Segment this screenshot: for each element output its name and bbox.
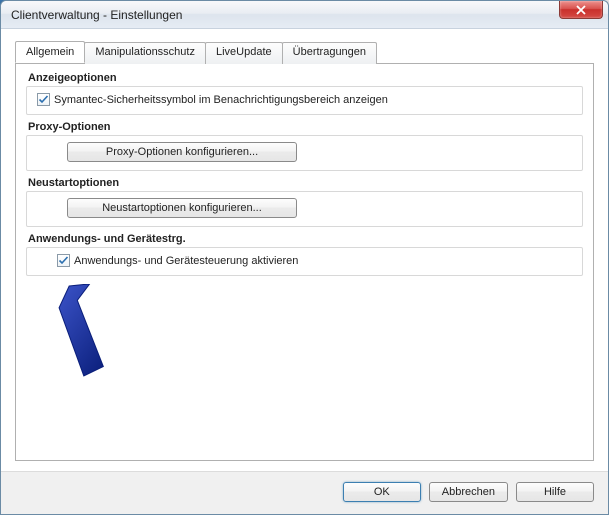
ok-button[interactable]: OK: [343, 482, 421, 502]
display-symbol-checkbox[interactable]: [37, 93, 50, 106]
tab-allgemein[interactable]: Allgemein: [15, 41, 85, 63]
group-appdev-title: Anwendungs- und Gerätestrg.: [26, 233, 583, 245]
group-appdev-body: Anwendungs- und Gerätesteuerung aktivier…: [26, 247, 583, 276]
dialog-footer: OK Abbrechen Hilfe: [1, 471, 608, 514]
tab-uebertragungen[interactable]: Übertragungen: [282, 42, 377, 64]
display-checkbox-row: Symantec-Sicherheitssymbol im Benachrich…: [37, 93, 574, 106]
cancel-button[interactable]: Abbrechen: [429, 482, 508, 502]
group-restart-body: Neustartoptionen konfigurieren...: [26, 191, 583, 227]
appdev-checkbox[interactable]: [57, 254, 70, 267]
content-area: Allgemein Manipulationsschutz LiveUpdate…: [1, 29, 608, 471]
group-display-title: Anzeigeoptionen: [26, 72, 583, 84]
settings-window: Clientverwaltung - Einstellungen Allgeme…: [0, 0, 609, 515]
tab-manipulationsschutz[interactable]: Manipulationsschutz: [84, 42, 206, 64]
close-button[interactable]: [559, 1, 603, 19]
tab-panel: Anzeigeoptionen Symantec-Sicherheitssymb…: [15, 64, 594, 461]
checkmark-icon: [38, 94, 49, 105]
group-display-body: Symantec-Sicherheitssymbol im Benachrich…: [26, 86, 583, 115]
group-appdev: Anwendungs- und Gerätestrg. Anwendungs- …: [26, 233, 583, 276]
tabstrip: Allgemein Manipulationsschutz LiveUpdate…: [15, 41, 594, 64]
configure-restart-button[interactable]: Neustartoptionen konfigurieren...: [67, 198, 297, 218]
appdev-label: Anwendungs- und Gerätesteuerung aktivier…: [74, 255, 298, 267]
group-display: Anzeigeoptionen Symantec-Sicherheitssymb…: [26, 72, 583, 115]
close-icon: [576, 5, 586, 15]
group-proxy-title: Proxy-Optionen: [26, 121, 583, 133]
checkmark-icon: [58, 255, 69, 266]
group-proxy-body: Proxy-Optionen konfigurieren...: [26, 135, 583, 171]
help-button[interactable]: Hilfe: [516, 482, 594, 502]
tab-liveupdate[interactable]: LiveUpdate: [205, 42, 283, 64]
window-title: Clientverwaltung - Einstellungen: [11, 8, 182, 22]
appdev-checkbox-row: Anwendungs- und Gerätesteuerung aktivier…: [37, 254, 574, 267]
titlebar[interactable]: Clientverwaltung - Einstellungen: [1, 1, 608, 29]
configure-proxy-button[interactable]: Proxy-Optionen konfigurieren...: [67, 142, 297, 162]
display-symbol-label: Symantec-Sicherheitssymbol im Benachrich…: [54, 94, 388, 106]
group-restart-title: Neustartoptionen: [26, 177, 583, 189]
group-proxy: Proxy-Optionen Proxy-Optionen konfigurie…: [26, 121, 583, 171]
group-restart: Neustartoptionen Neustartoptionen konfig…: [26, 177, 583, 227]
